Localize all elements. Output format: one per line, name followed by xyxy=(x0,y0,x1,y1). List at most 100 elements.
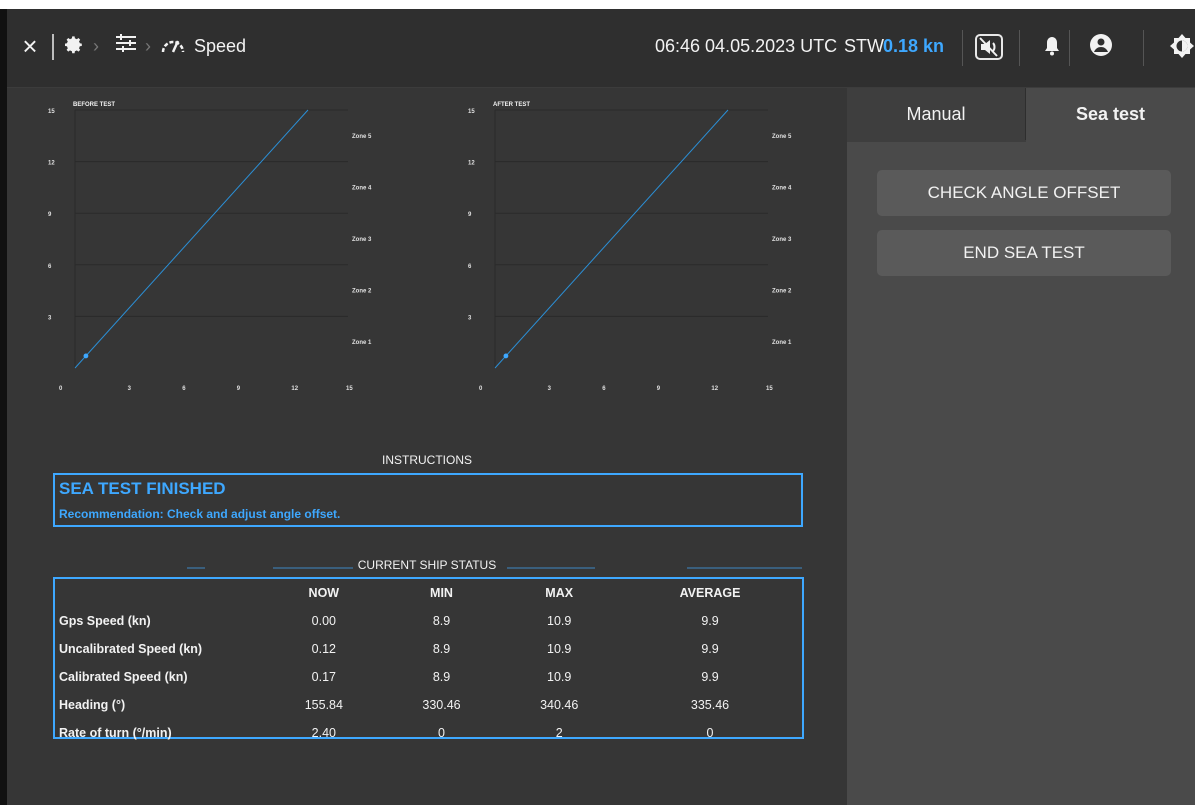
brightness-icon[interactable] xyxy=(1169,33,1195,59)
zone-label: Zone 1 xyxy=(772,340,792,346)
row-label: Heading (°) xyxy=(59,698,126,712)
table-cell: 8.9 xyxy=(432,642,451,656)
instructions-box: SEA TEST FINISHED Recommendation: Check … xyxy=(53,473,803,527)
x-tick-label: 0 xyxy=(479,386,483,392)
table-cell: 330.46 xyxy=(422,698,461,712)
chart-title: AFTER TEST xyxy=(493,102,530,108)
app-window: × › › Speed 06:46 04.05.2023 UTC STW 0.1… xyxy=(0,0,1195,805)
y-tick-label: 9 xyxy=(48,212,52,218)
instructions-heading: SEA TEST FINISHED xyxy=(59,479,226,498)
toolbar-divider xyxy=(1143,30,1144,66)
tab-divider xyxy=(847,140,1026,142)
stw-value: 0.18 kn xyxy=(883,36,945,56)
zone-label: Zone 4 xyxy=(772,185,792,191)
column-header: MIN xyxy=(430,586,453,600)
column-header: NOW xyxy=(308,586,340,600)
x-tick-label: 15 xyxy=(766,386,773,392)
table-header-row: NOW MIN MAX AVERAGE xyxy=(55,579,802,607)
table-cell: 0.00 xyxy=(311,614,336,628)
series-line xyxy=(74,109,309,369)
stw-label: STW xyxy=(844,36,884,56)
side-panel: Manual Sea test CHECK ANGLE OFFSET END S… xyxy=(847,88,1195,805)
row-label: Calibrated Speed (kn) xyxy=(59,670,188,684)
x-tick-label: 12 xyxy=(711,386,718,392)
instructions-text: Recommendation: Check and adjust angle o… xyxy=(59,507,341,521)
table-row: Rate of turn (°/min) 2.40 0 2 0 xyxy=(55,719,802,747)
column-header-empty xyxy=(55,579,265,607)
row-label: Rate of turn (°/min) xyxy=(59,726,172,740)
zone-label: Zone 5 xyxy=(352,134,372,140)
table-cell: 2 xyxy=(555,726,563,740)
toolbar-divider xyxy=(1069,30,1070,66)
gear-icon[interactable] xyxy=(62,33,86,64)
y-tick-label: 12 xyxy=(468,161,475,167)
chart-title: BEFORE TEST xyxy=(73,102,115,108)
divider-line xyxy=(687,567,802,569)
x-tick-label: 12 xyxy=(291,386,298,392)
y-tick-label: 3 xyxy=(468,315,472,321)
zone-label: Zone 2 xyxy=(352,289,372,295)
mute-icon[interactable] xyxy=(975,34,1003,60)
breadcrumb-separator xyxy=(52,34,54,60)
x-tick-label: 3 xyxy=(128,386,132,392)
after-test-chart: AFTER TEST 15 12 9 6 3 Zone 5 Zone 4 Zone 3 Zone … xyxy=(463,98,803,418)
table-cell: 0 xyxy=(438,726,445,740)
speedometer-icon xyxy=(161,34,185,54)
chart-svg: BEFORE TEST 15 12 9 6 3 Zone 5 Zone 4 Zone 3 Zone… xyxy=(48,102,372,392)
toolbar-divider xyxy=(1019,30,1020,66)
column-header: MAX xyxy=(545,586,574,600)
window-left-edge xyxy=(0,9,7,805)
table-row: Gps Speed (kn) 0.00 8.9 10.9 9.9 xyxy=(55,607,802,635)
chevron-right-icon: › xyxy=(93,36,99,56)
x-tick-label: 0 xyxy=(59,386,63,392)
chevron-right-icon: › xyxy=(145,36,151,56)
data-point xyxy=(83,353,89,359)
table-row: Uncalibrated Speed (kn) 0.12 8.9 10.9 9.… xyxy=(55,635,802,663)
bell-icon[interactable] xyxy=(1043,36,1061,62)
chart-svg: AFTER TEST 15 12 9 6 3 Zone 5 Zone 4 Zone 3 Zone … xyxy=(468,102,792,392)
y-tick-label: 6 xyxy=(468,264,472,270)
table-cell: 10.9 xyxy=(547,614,572,628)
x-tick-label: 15 xyxy=(346,386,353,392)
zone-label: Zone 4 xyxy=(352,185,372,191)
table-cell: 10.9 xyxy=(547,670,572,684)
end-sea-test-button[interactable]: END SEA TEST xyxy=(877,230,1171,276)
table-cell: 9.9 xyxy=(701,670,719,684)
table-row: Calibrated Speed (kn) 0.17 8.9 10.9 9.9 xyxy=(55,663,802,691)
main-panel: BEFORE TEST 15 12 9 6 3 Zone 5 Zone 4 Zone 3 Zone… xyxy=(7,88,847,805)
table-cell: 9.9 xyxy=(701,614,719,628)
x-tick-label: 9 xyxy=(237,386,241,392)
x-tick-label: 6 xyxy=(182,386,186,392)
row-label: Gps Speed (kn) xyxy=(59,614,151,628)
y-tick-label: 15 xyxy=(468,109,475,115)
zone-label: Zone 1 xyxy=(352,340,372,346)
table-cell: 0 xyxy=(706,726,714,740)
zone-label: Zone 5 xyxy=(772,134,792,140)
user-icon[interactable] xyxy=(1090,34,1112,56)
table-cell: 155.84 xyxy=(304,698,343,712)
table-cell: 0.17 xyxy=(311,670,336,684)
row-label: Uncalibrated Speed (kn) xyxy=(59,642,203,656)
tab-manual[interactable]: Manual xyxy=(847,88,1026,140)
check-angle-offset-button[interactable]: CHECK ANGLE OFFSET xyxy=(877,170,1171,216)
sliders-icon[interactable] xyxy=(115,33,137,59)
y-tick-label: 6 xyxy=(48,264,52,270)
page-title: Speed xyxy=(194,36,247,56)
close-icon[interactable]: × xyxy=(18,33,42,59)
table-cell: 2.40 xyxy=(311,726,336,740)
tab-sea-test[interactable]: Sea test xyxy=(1026,88,1195,140)
y-tick-label: 12 xyxy=(48,161,55,167)
ship-status-box: NOW MIN MAX AVERAGE Gps Speed (kn) 0.00 … xyxy=(53,577,804,740)
ship-status-title: CURRENT SHIP STATUS xyxy=(357,558,497,572)
y-tick-label: 9 xyxy=(468,212,472,218)
top-bar: × › › Speed 06:46 04.05.2023 UTC STW 0.1… xyxy=(7,9,1195,88)
data-point xyxy=(503,353,509,359)
zone-label: Zone 2 xyxy=(772,289,792,295)
column-header: AVERAGE xyxy=(679,586,741,600)
table-cell: 8.9 xyxy=(432,614,451,628)
table-cell: 0.12 xyxy=(311,642,336,656)
instructions-title: INSTRUCTIONS xyxy=(382,453,472,467)
divider-line xyxy=(187,567,205,569)
table-cell: 9.9 xyxy=(701,642,719,656)
x-tick-label: 3 xyxy=(548,386,552,392)
